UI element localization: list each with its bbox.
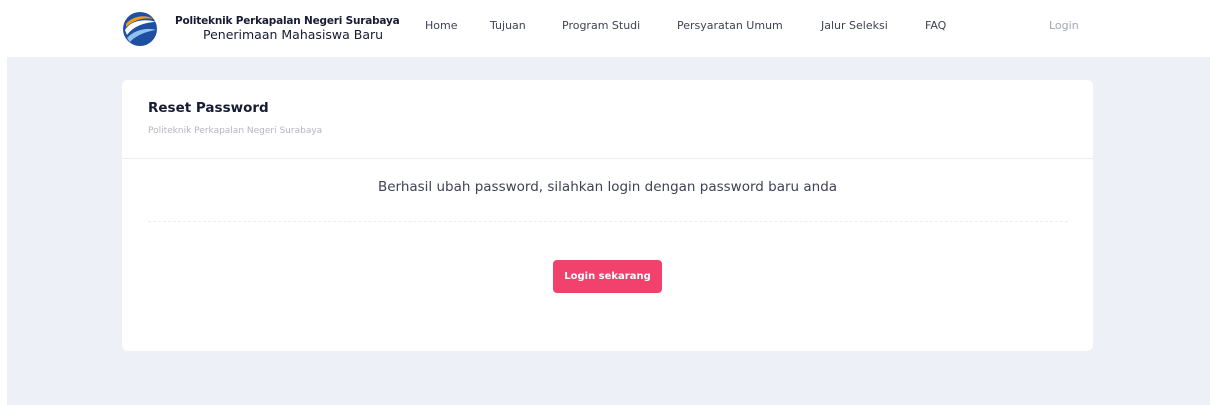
polytechnic-logo-icon[interactable] [122, 11, 158, 47]
nav-tujuan[interactable]: Tujuan [490, 19, 526, 32]
nav-program-studi[interactable]: Program Studi [562, 19, 640, 32]
dashed-separator [148, 221, 1068, 222]
nav-faq[interactable]: FAQ [925, 19, 946, 32]
login-now-button[interactable]: Login sekarang [553, 260, 662, 293]
nav-login[interactable]: Login [1049, 19, 1079, 32]
success-message: Berhasil ubah password, silahkan login d… [377, 179, 838, 195]
nav-jalur-seleksi[interactable]: Jalur Seleksi [821, 19, 888, 32]
card-subtitle: Politeknik Perkapalan Negeri Surabaya [148, 126, 323, 136]
nav-home[interactable]: Home [425, 19, 457, 32]
nav-persyaratan-umum[interactable]: Persyaratan Umum [677, 19, 783, 32]
card-title: Reset Password [148, 100, 269, 116]
top-navbar: Politeknik Perkapalan Negeri Surabaya Pe… [0, 0, 1210, 57]
card-header: Reset Password Politeknik Perkapalan Neg… [122, 80, 1093, 159]
brand-subtitle: Penerimaan Mahasiswa Baru [203, 27, 384, 42]
brand-title: Politeknik Perkapalan Negeri Surabaya [175, 15, 400, 27]
reset-password-card: Reset Password Politeknik Perkapalan Neg… [122, 80, 1093, 351]
